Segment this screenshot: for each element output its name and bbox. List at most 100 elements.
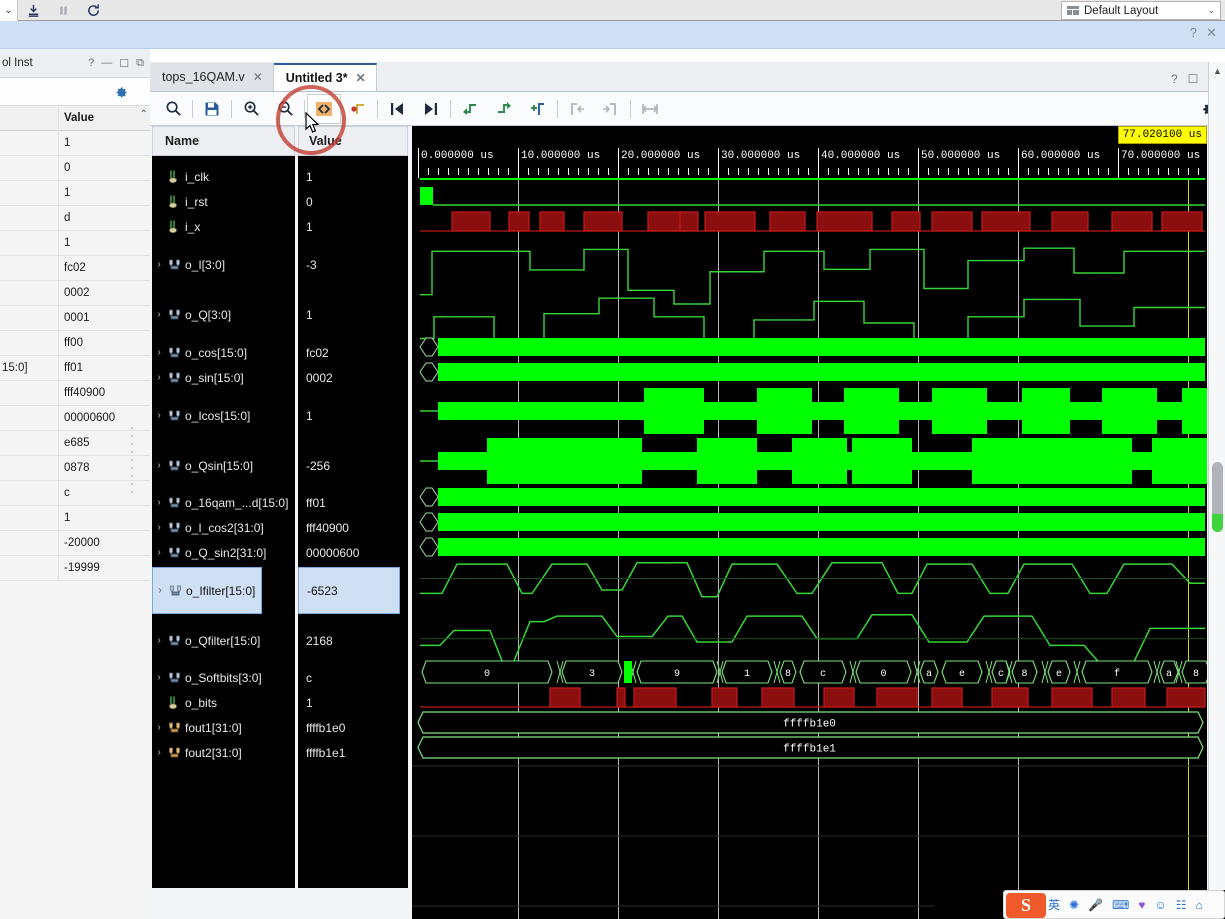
signal-value-o-sin-15-0-[interactable]: 0002: [298, 365, 408, 390]
scrollbar-thumb[interactable]: [1212, 462, 1223, 532]
expand-chevron-icon[interactable]: ›: [152, 410, 166, 421]
sogou-logo-icon[interactable]: S: [1006, 893, 1046, 918]
help-icon[interactable]: ?: [1190, 25, 1197, 40]
add-marker-icon[interactable]: [521, 94, 555, 124]
signal-value-fout1-31-0-[interactable]: ffffb1e0: [298, 715, 408, 740]
close-icon[interactable]: ✕: [1206, 25, 1217, 41]
expand-chevron-icon[interactable]: ›: [152, 747, 166, 758]
tab-untitled-3[interactable]: Untitled 3* ✕: [273, 63, 377, 91]
toolbox-icon[interactable]: ☷: [1176, 898, 1187, 912]
signal-row-o-q-3-0-[interactable]: › o_Q[3:0]: [152, 302, 295, 327]
expand-chevron-icon[interactable]: ›: [152, 372, 166, 383]
pause-icon[interactable]: [48, 0, 78, 21]
layout-selector[interactable]: Default Layout ⌄: [1061, 1, 1221, 20]
signal-row-o-softbits-3-0-[interactable]: › o_Softbits[3:0]: [152, 665, 295, 690]
expand-chevron-icon[interactable]: ›: [152, 522, 166, 533]
signal-row-fout2-31-0-[interactable]: › fout2[31:0]: [152, 740, 295, 765]
expand-chevron-icon[interactable]: ›: [152, 309, 166, 320]
background-table-row[interactable]: 0002: [0, 280, 150, 306]
background-table-row[interactable]: 0001: [0, 305, 150, 331]
maximize-icon[interactable]: ☐: [1188, 72, 1199, 86]
signal-value-o-cos-15-0-[interactable]: fc02: [298, 340, 408, 365]
background-table-row[interactable]: fc02: [0, 255, 150, 281]
signal-row-i-clk[interactable]: i_clk: [152, 164, 295, 189]
refresh-icon[interactable]: [78, 0, 108, 21]
signal-row-i-rst[interactable]: i_rst: [152, 189, 295, 214]
waveform-canvas[interactable]: 77.020100 us 0.000000 us 10.000000 us 20.0…: [412, 126, 1207, 919]
home-icon[interactable]: ⌂: [1196, 898, 1203, 912]
signal-row-o-qsin-15-0-[interactable]: › o_Qsin[15:0]: [152, 453, 295, 478]
background-table-row[interactable]: -19999: [0, 555, 150, 581]
background-table-row[interactable]: fff40900: [0, 380, 150, 406]
signal-row-o-q-sin2-31-0-[interactable]: › o_Q_sin2[31:0]: [152, 540, 295, 565]
scroll-up-icon[interactable]: ▲: [1209, 62, 1225, 79]
minimize-icon[interactable]: —: [101, 57, 112, 70]
signal-value-o-q-sin2-31-0-[interactable]: 00000600: [298, 540, 408, 565]
go-to-end-icon[interactable]: [414, 94, 448, 124]
expand-chevron-icon[interactable]: ›: [152, 722, 166, 733]
signal-row-o-i-cos2-31-0-[interactable]: › o_I_cos2[31:0]: [152, 515, 295, 540]
signal-value-i-x[interactable]: 1: [298, 214, 408, 239]
signal-value-o-softbits-3-0-[interactable]: c: [298, 665, 408, 690]
signal-value-list[interactable]: 1 0 1 -3 1 fc02 0002 1 -256 ff01 fff40900 00000600 -…: [298, 156, 408, 888]
background-table-row[interactable]: 1: [0, 230, 150, 256]
expand-chevron-icon[interactable]: ›: [152, 497, 166, 508]
download-icon[interactable]: [18, 0, 48, 21]
expand-chevron-icon[interactable]: ›: [152, 460, 166, 471]
zoom-out-icon[interactable]: [268, 94, 302, 124]
search-icon[interactable]: [156, 94, 190, 124]
background-table-row[interactable]: 1: [0, 505, 150, 531]
background-table-row[interactable]: d: [0, 205, 150, 231]
emoji-icon[interactable]: ☺: [1154, 898, 1166, 912]
signal-value-o-icos-15-0-[interactable]: 1: [298, 403, 408, 428]
chinese-input-icon[interactable]: 英: [1048, 896, 1060, 913]
keyboard-icon[interactable]: ⌨: [1112, 898, 1129, 912]
signal-value-o-ifilter-15-0-[interactable]: -6523: [298, 567, 400, 614]
signal-value-o-qfilter-15-0-[interactable]: 2168: [298, 628, 408, 653]
float-icon[interactable]: ⧉: [136, 57, 144, 70]
microphone-icon[interactable]: 🎤: [1088, 898, 1103, 912]
background-table-row[interactable]: 1: [0, 130, 150, 156]
signal-value-o-q-3-0-[interactable]: 1: [298, 302, 408, 327]
save-icon[interactable]: [195, 94, 229, 124]
help-icon[interactable]: ?: [1171, 72, 1178, 86]
signal-row-o-sin-15-0-[interactable]: › o_sin[15:0]: [152, 365, 295, 390]
signal-value-o-qsin-15-0-[interactable]: -256: [298, 453, 408, 478]
chevron-down-icon[interactable]: ⌄: [1207, 5, 1215, 16]
expand-chevron-icon[interactable]: ›: [152, 635, 166, 646]
signal-row-i-x[interactable]: i_x: [152, 214, 295, 239]
gear-icon[interactable]: [114, 84, 128, 101]
signal-row-o-icos-15-0-[interactable]: › o_Icos[15:0]: [152, 403, 295, 428]
signal-row-fout1-31-0-[interactable]: › fout1[31:0]: [152, 715, 295, 740]
expand-chevron-icon[interactable]: ›: [152, 672, 166, 683]
voice-dot-icon[interactable]: ✺: [1069, 898, 1079, 912]
previous-transition-icon[interactable]: [453, 94, 487, 124]
zoom-in-icon[interactable]: [234, 94, 268, 124]
signal-row-o-bits[interactable]: o_bits: [152, 690, 295, 715]
signal-name-list[interactable]: i_clk i_rst i_x › o_I[3:0] › o_Q[3:0] › o_cos[15…: [152, 156, 295, 888]
chevron-down-icon[interactable]: ⌄: [0, 0, 18, 21]
signal-value-i-clk[interactable]: 1: [298, 164, 408, 189]
signal-value-o-i-cos2-31-0-[interactable]: fff40900: [298, 515, 408, 540]
expand-chevron-icon[interactable]: ›: [152, 259, 166, 270]
maximize-icon[interactable]: ☐: [119, 57, 129, 70]
background-table-row[interactable]: 0: [0, 155, 150, 181]
panel-resize-handle[interactable]: [128, 420, 136, 500]
expand-chevron-icon[interactable]: ›: [152, 547, 166, 558]
close-icon[interactable]: ✕: [356, 71, 366, 85]
window-vertical-scrollbar[interactable]: ▲: [1208, 62, 1225, 919]
expand-chevron-icon[interactable]: ›: [153, 585, 167, 596]
signal-value-o-16qam-d-15-0-[interactable]: ff01: [298, 490, 408, 515]
next-marker-icon[interactable]: [594, 94, 628, 124]
signal-value-i-rst[interactable]: 0: [298, 189, 408, 214]
signal-row-o-16qam-d-15-0-[interactable]: › o_16qam_...d[15:0]: [152, 490, 295, 515]
signal-row-o-ifilter-15-0-[interactable]: › o_Ifilter[15:0]: [152, 567, 262, 614]
close-icon[interactable]: ✕: [253, 70, 263, 84]
go-to-start-icon[interactable]: [380, 94, 414, 124]
signal-row-o-i-3-0-[interactable]: › o_I[3:0]: [152, 252, 295, 277]
expand-chevron-icon[interactable]: ›: [152, 347, 166, 358]
signal-value-o-i-3-0-[interactable]: -3: [298, 252, 408, 277]
measure-icon[interactable]: [633, 94, 667, 124]
background-table-row[interactable]: 1: [0, 180, 150, 206]
heart-icon[interactable]: ♥: [1138, 898, 1145, 912]
